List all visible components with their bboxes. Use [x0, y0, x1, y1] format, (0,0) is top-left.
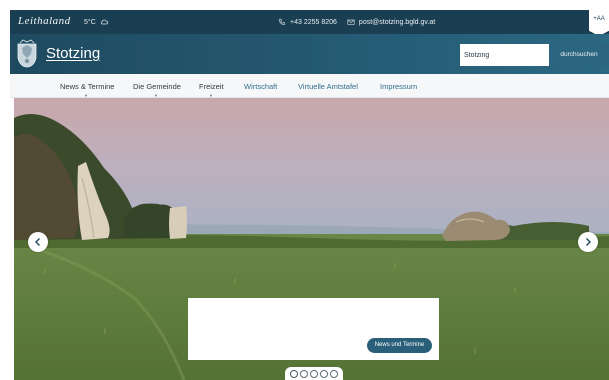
search-input[interactable]	[460, 44, 549, 66]
chevron-left-icon	[35, 238, 40, 246]
slider-dot-4[interactable]	[320, 369, 328, 378]
search-button[interactable]: durchsuchen	[549, 44, 609, 66]
nav-freizeit[interactable]: Freizeit	[199, 82, 224, 91]
news-termine-button[interactable]: News und Termine	[367, 338, 432, 353]
slider-dot-1[interactable]	[290, 369, 298, 378]
page: Leithaland 5°C +43 2255 8206 post@stotzi…	[0, 0, 609, 380]
nav-wirtschaft[interactable]: Wirtschaft	[244, 82, 277, 91]
main-nav: News & Termine ▼ Die Gemeinde ▼ Freizeit…	[10, 74, 609, 98]
mail-icon	[347, 19, 355, 25]
slider-pagination	[285, 367, 343, 380]
top-bar: Leithaland 5°C +43 2255 8206 post@stotzi…	[10, 10, 609, 36]
contact-info: +43 2255 8206 post@stotzing.bgld.gv.at	[278, 18, 435, 26]
nav-virtuelle-amtstafel[interactable]: Virtuelle Amtstafel	[298, 82, 358, 91]
email-link[interactable]: post@stotzing.bgld.gv.at	[359, 19, 435, 26]
coat-of-arms-icon[interactable]	[14, 39, 40, 69]
weather-widget: 5°C	[84, 18, 108, 26]
slide-caption-box: News und Termine	[188, 298, 439, 360]
nav-die-gemeinde[interactable]: Die Gemeinde	[133, 82, 181, 91]
slider-dot-3[interactable]	[310, 369, 318, 378]
brand-logo[interactable]: Leithaland	[18, 15, 71, 27]
site-title[interactable]: Stotzing	[46, 45, 100, 62]
chevron-right-icon	[586, 238, 591, 246]
site-header: Stotzing durchsuchen	[10, 34, 609, 74]
nav-news-termine[interactable]: News & Termine	[60, 82, 114, 91]
phone-icon	[278, 18, 286, 26]
slider-dot-2[interactable]	[300, 369, 308, 378]
slider-next-button[interactable]	[578, 232, 598, 252]
slider-dot-5[interactable]	[330, 369, 338, 378]
nav-impressum[interactable]: Impressum	[380, 82, 417, 91]
slider-prev-button[interactable]	[28, 232, 48, 252]
temperature: 5°C	[84, 18, 96, 26]
phone-link[interactable]: +43 2255 8206	[290, 19, 337, 26]
cloud-icon	[100, 19, 108, 25]
font-size-button[interactable]: +AA	[589, 10, 609, 36]
